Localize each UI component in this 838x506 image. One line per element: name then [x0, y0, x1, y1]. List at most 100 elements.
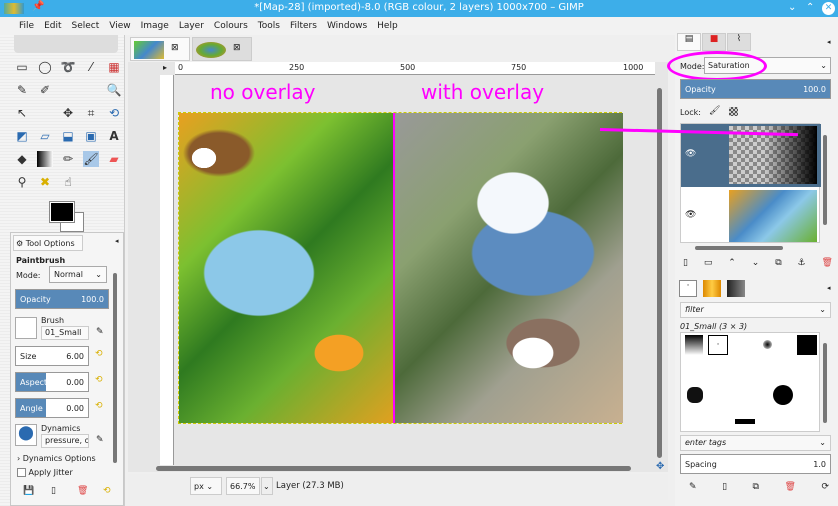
refresh-brushes-icon[interactable]: ⟳ — [821, 482, 829, 492]
clone-tool[interactable]: ⚲ — [14, 174, 30, 190]
brush-item[interactable] — [685, 335, 703, 355]
quick-mask-toggle[interactable]: ▸ — [163, 63, 167, 72]
horizontal-ruler[interactable]: 0 250 500 750 1000 — [175, 62, 655, 75]
minimize-button[interactable]: ⌄ — [788, 2, 796, 13]
layer-row-map[interactable]: 👁 — [681, 188, 821, 244]
bucket-fill-tool[interactable]: ◆ — [14, 151, 30, 167]
brush-tags-input[interactable]: enter tags ⌄ — [680, 435, 831, 451]
gradients-tab[interactable] — [703, 280, 721, 297]
brush-item[interactable] — [763, 340, 772, 349]
visibility-eye-icon[interactable]: 👁 — [685, 210, 696, 220]
pencil-tool[interactable]: ✏ — [60, 151, 76, 167]
lower-layer-icon[interactable]: ⌄ — [752, 258, 760, 268]
brush-grid[interactable]: · — [680, 332, 820, 432]
reset-options-icon[interactable]: ⟲ — [103, 486, 111, 496]
close-tab-icon[interactable]: ⊠ — [171, 43, 179, 53]
menu-select[interactable]: Select — [67, 21, 105, 31]
mode-select[interactable]: Normal ⌄ — [49, 266, 107, 283]
text-tool[interactable]: A — [106, 128, 122, 144]
dynamics-preview[interactable]: ⬤ — [15, 424, 37, 446]
menu-tools[interactable]: Tools — [253, 21, 285, 31]
panel-menu-icon[interactable]: ◂ — [115, 237, 119, 245]
edit-brush-icon[interactable]: ✎ — [96, 327, 104, 337]
brush-item[interactable] — [687, 387, 703, 403]
lock-pixels-icon[interactable]: 🖌 — [709, 106, 720, 116]
cage-tool[interactable]: ▣ — [83, 128, 99, 144]
size-spinner[interactable]: Size 6.00 — [15, 346, 89, 366]
brush-item[interactable] — [797, 335, 817, 355]
duplicate-layer-icon[interactable]: ⧉ — [775, 258, 781, 268]
unit-select[interactable]: px ⌄ — [190, 477, 222, 495]
measure-tool[interactable]: ↖ — [14, 105, 30, 121]
layers-tab[interactable]: ▤ — [677, 33, 701, 51]
delete-layer-icon[interactable]: 🗑 — [822, 258, 833, 268]
crop-tool[interactable]: ⌗ — [83, 105, 99, 121]
angle-spinner[interactable]: Angle 0.00 — [15, 398, 89, 418]
heal-tool[interactable]: ✖ — [37, 174, 53, 190]
patterns-tab[interactable] — [727, 280, 745, 297]
transform-tool[interactable]: ⟲ — [106, 105, 122, 121]
vertical-ruler[interactable] — [160, 75, 174, 465]
brush-item[interactable] — [773, 385, 793, 405]
brush-item[interactable] — [735, 419, 755, 424]
foreground-color[interactable] — [49, 201, 75, 223]
layers-scrollbar[interactable] — [823, 135, 827, 225]
eraser-tool[interactable]: ▰ — [106, 151, 122, 167]
brush-grid-scrollbar[interactable] — [823, 343, 827, 423]
tool-options-scrollbar[interactable] — [113, 273, 117, 463]
horizontal-scrollbar[interactable] — [156, 466, 631, 471]
tool-options-tab[interactable]: ⚙ Tool Options — [13, 235, 83, 251]
lock-alpha-icon[interactable] — [729, 107, 738, 116]
edit-dynamics-icon[interactable]: ✎ — [96, 435, 104, 445]
aspect-reset-icon[interactable]: ⟲ — [95, 375, 103, 385]
path-tool[interactable]: ✎ — [14, 82, 30, 98]
zoom-field[interactable]: 66.7% — [226, 477, 260, 495]
size-reset-icon[interactable]: ⟲ — [95, 349, 103, 359]
panel-menu-icon[interactable]: ◂ — [827, 284, 831, 292]
zoom-dropdown[interactable]: ⌄ — [261, 477, 273, 495]
flip-tool[interactable]: ◩ — [14, 128, 30, 144]
save-options-icon[interactable]: 💾 — [23, 486, 34, 496]
paintbrush-tool[interactable]: 🖌 — [83, 151, 99, 167]
brush-item-selected[interactable]: · — [708, 335, 728, 355]
restore-options-icon[interactable]: ▯ — [51, 486, 56, 496]
zoom-tool[interactable]: 🔍 — [106, 82, 122, 98]
new-layer-icon[interactable]: ▯ — [683, 258, 688, 268]
delete-brush-icon[interactable]: 🗑 — [784, 482, 795, 492]
brush-filter-input[interactable]: filter ⌄ — [680, 302, 831, 318]
rect-select-tool[interactable]: ▭ — [14, 59, 30, 75]
menu-help[interactable]: Help — [372, 21, 403, 31]
maximize-button[interactable]: ⌃ — [806, 2, 814, 13]
dynamics-field[interactable]: pressure, op — [41, 434, 89, 448]
channels-tab[interactable]: ■ — [702, 33, 726, 51]
menu-view[interactable]: View — [104, 21, 135, 31]
warp-tool[interactable]: ⬓ — [60, 128, 76, 144]
image-tab-map[interactable]: ⊠ — [192, 37, 252, 61]
delete-options-icon[interactable]: 🗑 — [77, 486, 88, 496]
lasso-tool[interactable]: ➰ — [60, 59, 76, 75]
fuzzy-select-tool[interactable]: ⁄ — [83, 59, 99, 75]
close-button[interactable]: ✕ — [822, 2, 835, 15]
image-tab-map28[interactable]: ⊠ — [130, 37, 190, 61]
brushes-tab[interactable]: · — [679, 280, 697, 297]
spacing-spinner[interactable]: Spacing 1.0 — [680, 454, 831, 474]
menu-filters[interactable]: Filters — [285, 21, 322, 31]
move-tool[interactable]: ✥ — [60, 105, 76, 121]
new-brush-icon[interactable]: ▯ — [722, 482, 727, 492]
perspective-tool[interactable]: ▱ — [37, 128, 53, 144]
close-tab-icon[interactable]: ⊠ — [233, 43, 241, 53]
layers-hscrollbar[interactable] — [695, 246, 783, 250]
menu-edit[interactable]: Edit — [39, 21, 66, 31]
menu-colours[interactable]: Colours — [209, 21, 253, 31]
color-select-tool[interactable]: ▦ — [106, 59, 122, 75]
menu-file[interactable]: File — [14, 21, 39, 31]
apply-jitter-checkbox[interactable]: Apply Jitter — [17, 468, 73, 477]
menu-layer[interactable]: Layer — [174, 21, 209, 31]
color-picker-tool[interactable]: ✐ — [37, 82, 53, 98]
new-group-icon[interactable]: ▭ — [704, 258, 713, 268]
menu-image[interactable]: Image — [136, 21, 174, 31]
layer-opacity-slider[interactable]: Opacity 100.0 — [680, 79, 831, 99]
angle-reset-icon[interactable]: ⟲ — [95, 401, 103, 411]
brush-name-field[interactable]: 01_Small — [41, 326, 89, 340]
dynamics-options-expander[interactable]: › Dynamics Options — [17, 454, 96, 463]
